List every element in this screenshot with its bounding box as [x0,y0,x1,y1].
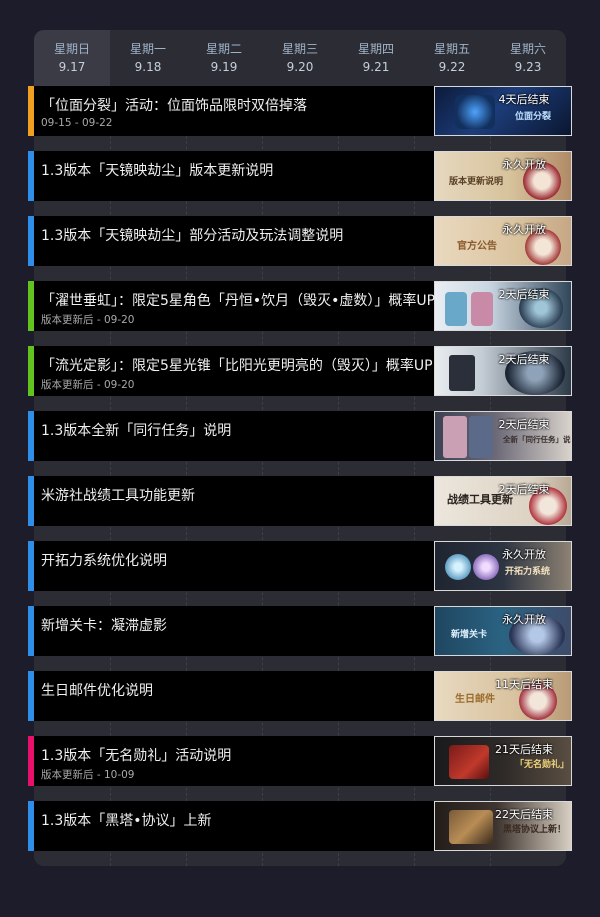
event-status: 2天后结束 [498,353,550,366]
event-accent-bar [28,606,34,656]
event-item-version-notes[interactable]: 1.3版本「天镜映劫尘」版本更新说明 版本更新说明 永久开放 [28,151,572,201]
event-dates: 09-15 - 09-22 [41,117,113,129]
event-title: 「濯世垂虹」：限定5星角色「丹恒•饮月（毁灭•虚数）」概率UP [41,293,436,309]
event-title: 1.3版本全新「同行任务」说明 [41,423,232,439]
event-dates: 版本更新后 - 09-20 [41,314,135,326]
day-date: 9.17 [58,60,86,74]
event-status: 11天后结束 [495,678,553,691]
event-accent-bar [28,671,34,721]
event-item-trailblaze-power[interactable]: 开拓力系统优化说明 开拓力系统 永久开放 [28,541,572,591]
day-column-thursday[interactable]: 星期四 9.21 [338,30,414,86]
day-column-wednesday[interactable]: 星期三 9.20 [262,30,338,86]
event-thumbnail[interactable]: 位面分裂 4天后结束 [434,86,572,136]
thumbnail-banner-text: 新增关卡 [451,630,488,640]
event-dates: 版本更新后 - 10-09 [41,769,135,781]
event-status: 2天后结束 [498,418,550,431]
thumbnail-banner-text: 「无名勋礼」 [515,760,570,770]
day-column-tuesday[interactable]: 星期二 9.19 [186,30,262,86]
thumbnail-banner-text: 位面分裂 [515,112,552,122]
event-title: 米游社战绩工具功能更新 [41,488,195,504]
event-thumbnail[interactable]: 开拓力系统 永久开放 [434,541,572,591]
event-status: 21天后结束 [495,743,553,756]
event-thumbnail[interactable]: 「无名勋礼」 21天后结束 [434,736,572,786]
day-name: 星期五 [433,42,470,56]
day-column-monday[interactable]: 星期一 9.18 [110,30,186,86]
thumbnail-banner-text: 版本更新说明 [449,177,504,187]
event-title: 1.3版本「天镜映劫尘」部分活动及玩法调整说明 [41,228,344,244]
event-item-adjustment-notes[interactable]: 1.3版本「天镜映劫尘」部分活动及玩法调整说明 官方公告 永久开放 [28,216,572,266]
thumbnail-banner-text: 生日邮件 [455,694,495,705]
day-column-friday[interactable]: 星期五 9.22 [414,30,490,86]
thumbnail-figure [445,554,471,580]
thumbnail-banner-text: 全新「同行任务」说明 [503,435,572,444]
day-column-sunday[interactable]: 星期日 9.17 [34,30,110,86]
event-accent-bar [28,476,34,526]
day-date: 9.23 [514,60,542,74]
day-name: 星期三 [281,42,318,56]
event-thumbnail[interactable]: 2天后结束 [434,281,572,331]
event-accent-bar [28,411,34,461]
event-thumbnail[interactable]: 生日邮件 11天后结束 [434,671,572,721]
day-name: 星期日 [53,42,90,56]
event-item-planar-fissure[interactable]: 「位面分裂」活动：位面饰品限时双倍掉落 09-15 - 09-22 位面分裂 4… [28,86,572,136]
thumbnail-banner-text: 官方公告 [457,241,497,252]
event-status: 永久开放 [502,548,546,561]
event-title: 「流光定影」：限定5星光锥「比阳光更明亮的（毁灭）」概率UP [41,358,433,374]
event-thumbnail[interactable]: 2天后结束 [434,346,572,396]
event-item-herta-pass[interactable]: 1.3版本「黑塔•协议」上新 黑塔协议上新！ 22天后结束 [28,801,572,851]
thumbnail-banner-text: 开拓力系统 [505,567,551,577]
event-accent-bar [28,541,34,591]
thumbnail-figure [443,416,467,458]
event-accent-bar [28,281,34,331]
event-status: 4天后结束 [498,93,550,106]
day-date: 9.22 [438,60,466,74]
event-title: 1.3版本「无名勋礼」活动说明 [41,748,232,764]
day-date: 9.20 [286,60,314,74]
event-dates: 版本更新后 - 09-20 [41,379,135,391]
event-status: 22天后结束 [495,808,553,821]
event-title: 1.3版本「天镜映劫尘」版本更新说明 [41,163,274,179]
event-item-character-warp[interactable]: 「濯世垂虹」：限定5星角色「丹恒•饮月（毁灭•虚数）」概率UP 版本更新后 - … [28,281,572,331]
event-thumbnail[interactable]: 官方公告 永久开放 [434,216,572,266]
event-thumbnail[interactable]: 黑塔协议上新！ 22天后结束 [434,801,572,851]
weekday-header: 星期日 9.17 星期一 9.18 星期二 9.19 星期三 9.20 星期四 … [34,30,566,86]
event-accent-bar [28,216,34,266]
event-status: 2天后结束 [498,288,550,301]
event-item-light-cone-warp[interactable]: 「流光定影」：限定5星光锥「比阳光更明亮的（毁灭）」概率UP 版本更新后 - 0… [28,346,572,396]
event-thumbnail[interactable]: 全新「同行任务」说明 2天后结束 [434,411,572,461]
day-name: 星期六 [509,42,546,56]
event-accent-bar [28,346,34,396]
event-item-birthday-mail[interactable]: 生日邮件优化说明 生日邮件 11天后结束 [28,671,572,721]
event-item-companion-mission[interactable]: 1.3版本全新「同行任务」说明 全新「同行任务」说明 2天后结束 [28,411,572,461]
day-date: 9.21 [362,60,390,74]
day-date: 9.18 [134,60,162,74]
thumbnail-figure [449,355,475,391]
thumbnail-figure [445,292,467,326]
event-item-new-stage[interactable]: 新增关卡：凝滞虚影 新增关卡 永久开放 [28,606,572,656]
event-title: 开拓力系统优化说明 [41,553,167,569]
day-date: 9.19 [210,60,238,74]
event-accent-bar [28,86,34,136]
day-name: 星期二 [205,42,242,56]
event-title: 生日邮件优化说明 [41,683,153,699]
event-status: 2天后结束 [498,483,550,496]
event-thumbnail[interactable]: 新增关卡 永久开放 [434,606,572,656]
event-status: 永久开放 [502,158,546,171]
event-accent-bar [28,801,34,851]
day-column-saturday[interactable]: 星期六 9.23 [490,30,566,86]
thumbnail-banner-text: 黑塔协议上新！ [503,825,567,835]
day-name: 星期四 [357,42,394,56]
event-accent-bar [28,151,34,201]
event-title: 新增关卡：凝滞虚影 [41,618,167,634]
event-status: 永久开放 [502,613,546,626]
event-status: 永久开放 [502,223,546,236]
event-title: 1.3版本「黑塔•协议」上新 [41,813,212,829]
event-accent-bar [28,736,34,786]
event-thumbnail[interactable]: 战绩工具更新 2天后结束 [434,476,572,526]
event-title: 「位面分裂」活动：位面饰品限时双倍掉落 [41,98,307,114]
event-item-battle-record-tool[interactable]: 米游社战绩工具功能更新 战绩工具更新 2天后结束 [28,476,572,526]
event-item-nameless-honor[interactable]: 1.3版本「无名勋礼」活动说明 版本更新后 - 10-09 「无名勋礼」 21天… [28,736,572,786]
event-thumbnail[interactable]: 版本更新说明 永久开放 [434,151,572,201]
day-name: 星期一 [129,42,166,56]
